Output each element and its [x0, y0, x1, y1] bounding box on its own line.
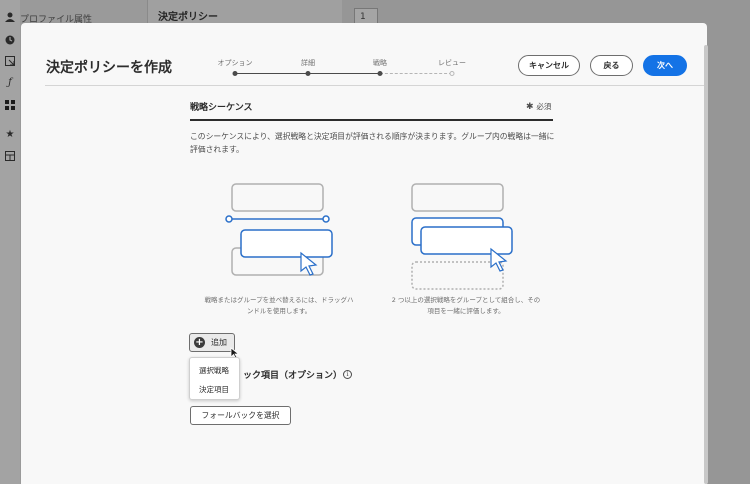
open-in-icon[interactable] — [5, 56, 15, 66]
step-label-details: 詳細 — [301, 59, 315, 67]
step-connector — [235, 73, 308, 74]
step-dot-details — [305, 71, 311, 76]
left-nav-rail: ƒ ★ — [0, 0, 20, 484]
user-icon[interactable] — [5, 12, 15, 22]
select-fallback-button[interactable]: フォールバックを選択 — [190, 406, 291, 425]
add-menu: 選択戦略 決定項目 — [189, 357, 240, 400]
dialog-title: 決定ポリシーを作成 — [46, 60, 172, 76]
info-icon[interactable]: i — [343, 370, 352, 379]
menu-item-selection-strategy[interactable]: 選択戦略 — [199, 365, 229, 376]
reorder-illustration — [225, 183, 333, 276]
star-icon[interactable]: ★ — [5, 130, 15, 140]
add-button[interactable]: + 追加 — [189, 333, 235, 352]
fallback-title-text: ック項目（オプション） — [243, 371, 343, 381]
clock-icon[interactable] — [5, 35, 15, 45]
create-decision-policy-dialog: 決定ポリシーを作成 オプション 詳細 戦略 レビュー キャンセル 戻る 次へ 戦… — [21, 23, 707, 484]
step-label-review: レビュー — [438, 59, 466, 67]
step-label-strategy: 戦略 — [373, 59, 387, 67]
group-illustration — [411, 183, 513, 290]
fallback-title: ック項目（オプション） — [243, 368, 342, 381]
header-divider — [45, 85, 707, 86]
step-dot-review — [449, 71, 455, 76]
step-dot-options — [232, 71, 238, 76]
asterisk-icon: ✱ — [526, 102, 537, 112]
menu-item-decision-item[interactable]: 決定項目 — [199, 384, 229, 395]
step-connector — [380, 73, 452, 74]
next-button[interactable]: 次へ — [643, 55, 687, 76]
cancel-button[interactable]: キャンセル — [518, 55, 580, 76]
required-indicator: ✱ 必須 — [526, 101, 551, 112]
section-title: 戦略シーケンス — [190, 103, 253, 113]
table-icon[interactable] — [5, 151, 15, 161]
section-description: このシーケンスにより、選択戦略と決定項目が評価される順序が決まります。グループ内… — [190, 132, 555, 154]
function-icon[interactable]: ƒ — [5, 78, 15, 88]
step-label-options: オプション — [217, 59, 253, 67]
required-label: 必須 — [536, 102, 552, 111]
group-caption: 2 つ以上の選択戦略をグループとして組合し、その項目を一緒に評価します。 — [391, 296, 541, 315]
step-connector — [308, 73, 380, 74]
grid-icon[interactable] — [5, 100, 15, 110]
add-icon: + — [194, 337, 205, 348]
add-button-label: 追加 — [211, 338, 227, 347]
back-button[interactable]: 戻る — [590, 55, 633, 76]
section-rule — [190, 119, 553, 121]
reorder-caption: 戦略またはグループを並べ替えるには、ドラッグハンドルを使用します。 — [204, 296, 354, 315]
decision-policy-heading: 決定ポリシー — [158, 12, 218, 23]
dialog-scrollbar[interactable] — [704, 45, 708, 484]
step-dot-strategy — [377, 71, 383, 76]
